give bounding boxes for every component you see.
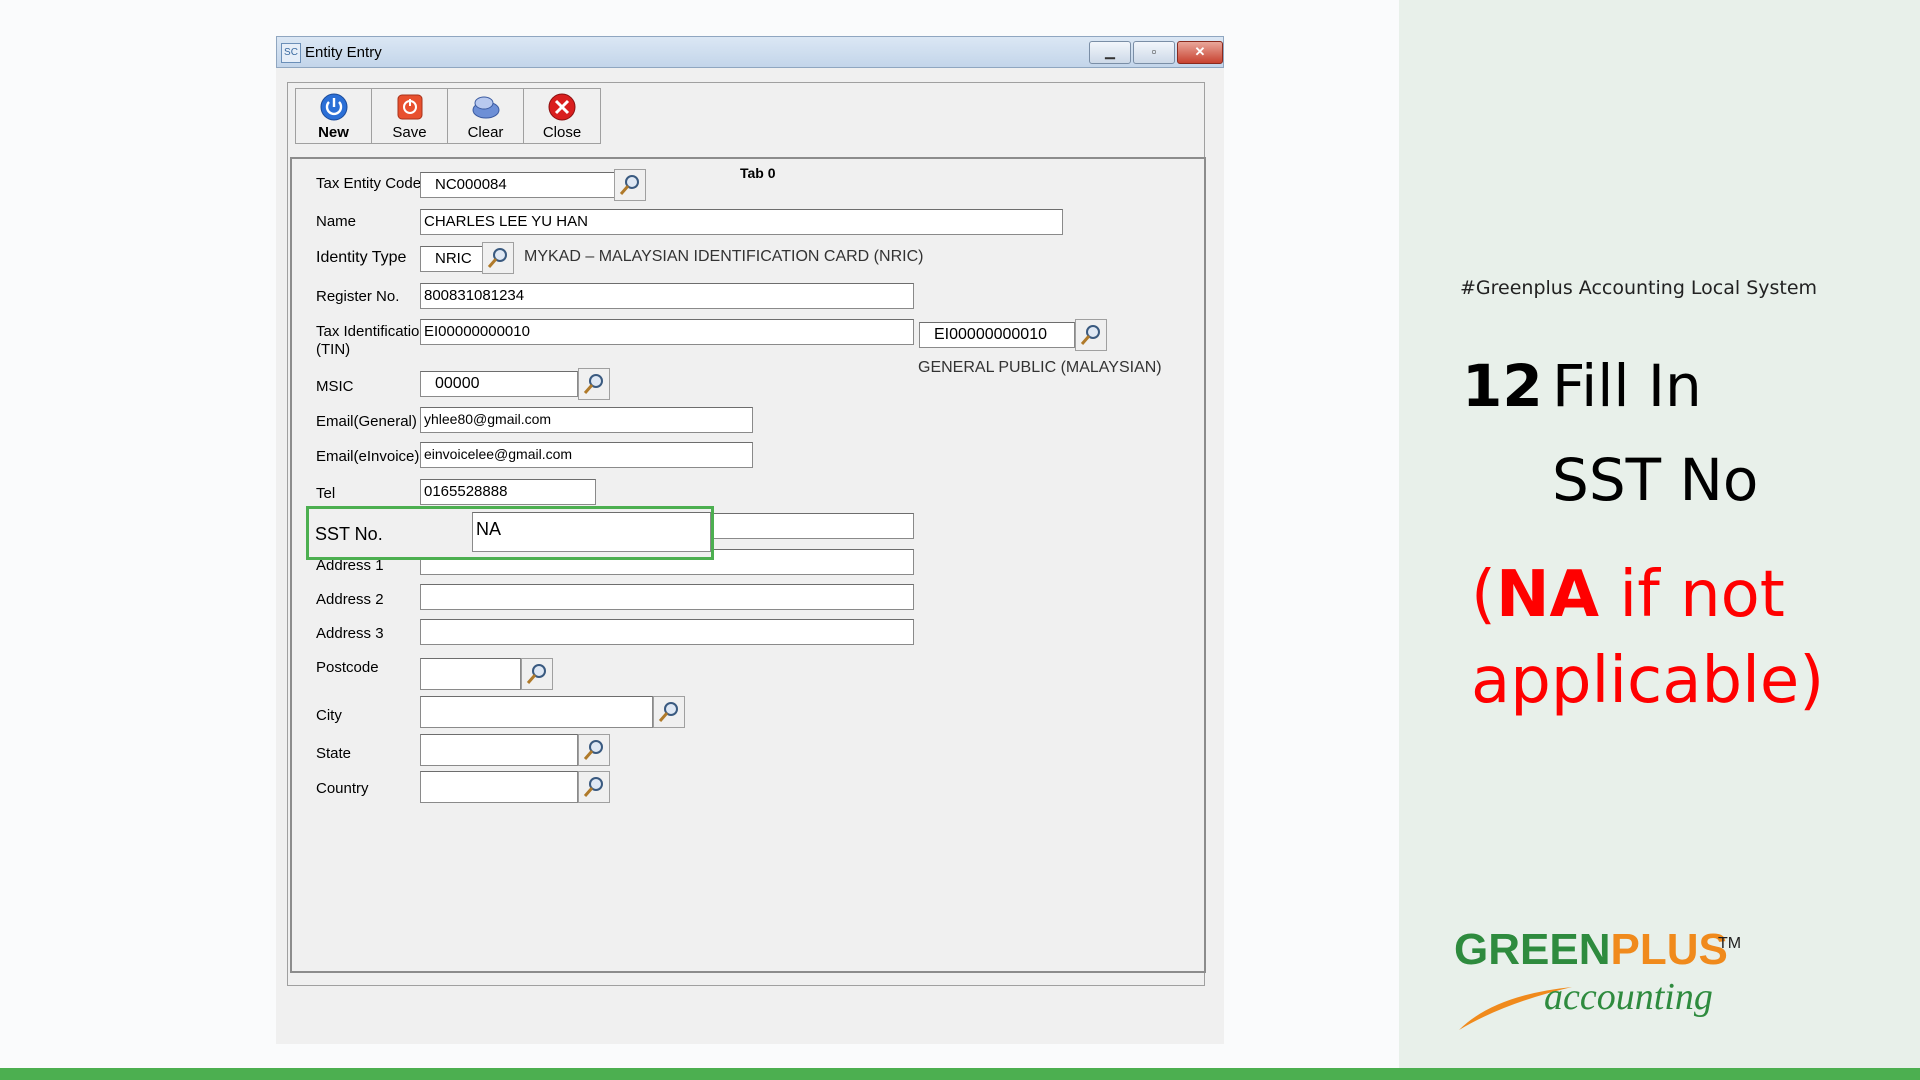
new-label: New xyxy=(318,124,349,141)
tin-lookup-input[interactable]: EI00000000010 xyxy=(919,322,1075,348)
save-icon xyxy=(397,94,423,120)
country-search-button[interactable] xyxy=(578,771,610,803)
entity-entry-window: SC Entity Entry ▁ ▫ ✕ New Save Clear Clo… xyxy=(276,36,1224,1044)
tin-description: GENERAL PUBLIC (MALAYSIAN) xyxy=(918,359,1162,376)
search-icon xyxy=(583,374,603,394)
search-icon xyxy=(583,740,603,760)
app-icon: SC xyxy=(281,43,301,63)
save-button[interactable]: Save xyxy=(372,89,448,143)
maximize-button[interactable]: ▫ xyxy=(1133,41,1175,64)
search-icon xyxy=(526,664,546,684)
tax-entity-code-search-button[interactable] xyxy=(614,169,646,201)
tin-search-button[interactable] xyxy=(1075,319,1107,351)
identity-type-description: MYKAD – MALAYSIAN IDENTIFICATION CARD (N… xyxy=(524,248,924,265)
address3-label: Address 3 xyxy=(316,625,384,642)
sst-no-input[interactable]: NA xyxy=(472,512,711,552)
search-icon xyxy=(583,777,603,797)
state-search-button[interactable] xyxy=(578,734,610,766)
msic-label: MSIC xyxy=(316,378,354,395)
tel-label: Tel xyxy=(316,485,336,502)
address2-label: Address 2 xyxy=(316,591,384,608)
identity-type-input[interactable]: NRIC xyxy=(420,246,483,272)
name-input[interactable]: CHARLES LEE YU HAN xyxy=(420,209,1063,235)
email-einvoice-label: Email(eInvoice) xyxy=(316,448,420,465)
clear-label: Clear xyxy=(467,124,504,141)
close-label: Close xyxy=(542,124,582,141)
window-title: Entity Entry xyxy=(305,44,382,61)
instruction-panel: #Greenplus Accounting Local System 12 Fi… xyxy=(1399,0,1920,1068)
close-icon xyxy=(548,93,576,121)
search-icon xyxy=(619,175,639,195)
logo-orange-text: PLUS xyxy=(1610,925,1728,974)
clear-button[interactable]: Clear xyxy=(448,89,524,143)
city-label: City xyxy=(316,707,342,724)
tax-entity-code-input[interactable]: NC000084 xyxy=(420,172,615,198)
msic-search-button[interactable] xyxy=(578,368,610,400)
toolbar: New Save Clear Close xyxy=(295,88,601,144)
logo-subtitle: accounting xyxy=(1544,976,1713,1018)
tin-input[interactable]: EI00000000010 xyxy=(420,319,914,345)
note-text: (NA if not applicable) xyxy=(1471,552,1911,724)
country-input[interactable] xyxy=(420,771,578,803)
logo-trademark: TM xyxy=(1718,935,1742,952)
register-no-label: Register No. xyxy=(316,288,400,305)
search-icon xyxy=(1080,325,1100,345)
window-close-button[interactable]: ✕ xyxy=(1177,41,1223,64)
search-icon xyxy=(658,702,678,722)
country-label: Country xyxy=(316,780,369,797)
new-button[interactable]: New xyxy=(296,89,372,143)
city-search-button[interactable] xyxy=(653,696,685,728)
postcode-search-button[interactable] xyxy=(521,658,553,690)
state-input[interactable] xyxy=(420,734,578,766)
address2-input[interactable] xyxy=(420,584,914,610)
city-input[interactable] xyxy=(420,696,653,728)
identity-type-search-button[interactable] xyxy=(482,242,514,274)
tab-title: Tab 0 xyxy=(740,165,776,181)
form-panel: Tab 0 Tax Entity Code NC000084 Name CHAR… xyxy=(290,157,1206,973)
email-general-label: Email(General) xyxy=(316,413,417,430)
tin-label-line2: (TIN) xyxy=(316,341,351,358)
save-label: Save xyxy=(392,124,427,141)
eraser-icon xyxy=(472,96,500,119)
register-no-input[interactable]: 800831081234 xyxy=(420,283,914,309)
email-general-input[interactable]: yhlee80@gmail.com xyxy=(420,407,753,433)
step-line2: SST No xyxy=(1552,446,1759,514)
msic-input[interactable]: 00000 xyxy=(420,371,578,397)
sst-no-highlight-box: SST No. NA xyxy=(306,506,714,560)
step-number: 12 xyxy=(1462,352,1543,420)
sst-no-label: SST No. xyxy=(315,524,383,544)
bottom-accent-bar xyxy=(0,1068,1920,1080)
greenplus-logo: GREENPLUS TM accounting xyxy=(1454,925,1774,1035)
state-label: State xyxy=(316,745,352,762)
step-line1: Fill In xyxy=(1552,352,1702,420)
note-bold: NA xyxy=(1495,558,1600,632)
tin-label-line1: Tax Identification xyxy=(316,323,428,340)
title-bar[interactable]: SC Entity Entry ▁ ▫ ✕ xyxy=(276,36,1224,68)
postcode-label: Postcode xyxy=(316,659,379,676)
postcode-input[interactable] xyxy=(420,658,521,690)
power-icon xyxy=(320,93,348,121)
search-icon xyxy=(487,248,507,268)
note-open: ( xyxy=(1471,558,1496,632)
minimize-button[interactable]: ▁ xyxy=(1089,41,1131,64)
close-button[interactable]: Close xyxy=(524,89,600,143)
email-einvoice-input[interactable]: einvoicelee@gmail.com xyxy=(420,442,753,468)
tel-input[interactable]: 0165528888 xyxy=(420,479,596,505)
identity-type-label: Identity Type xyxy=(316,249,407,266)
tax-entity-code-label: Tax Entity Code xyxy=(316,175,422,192)
name-label: Name xyxy=(316,213,357,230)
hashtag-caption: #Greenplus Accounting Local System xyxy=(1460,277,1818,299)
address3-input[interactable] xyxy=(420,619,914,645)
